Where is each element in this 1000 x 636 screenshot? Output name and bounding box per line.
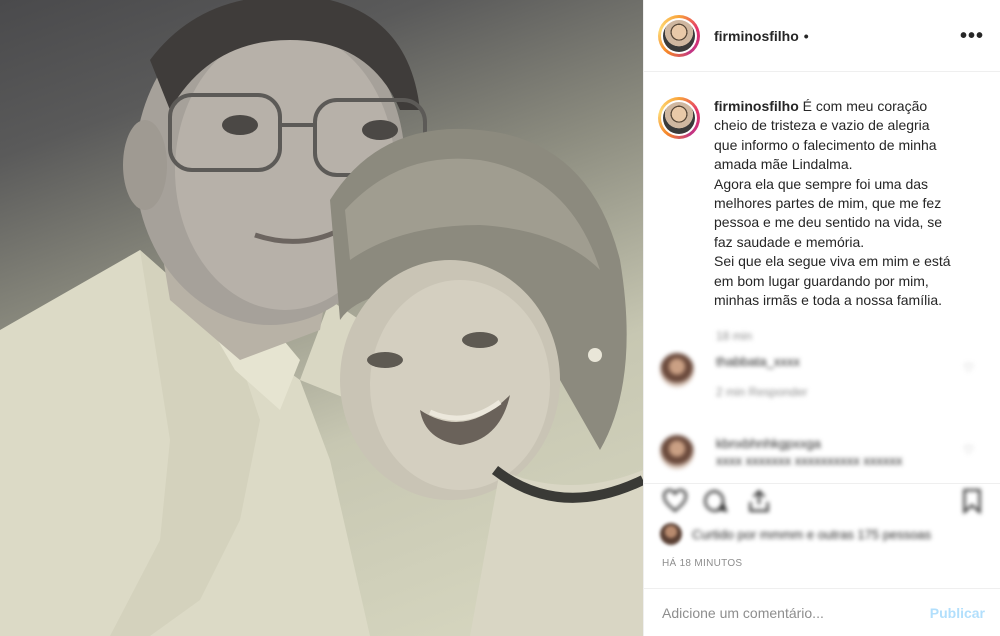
- comment-meta[interactable]: 2 min Responder: [716, 384, 807, 401]
- comment-input[interactable]: [662, 604, 930, 621]
- post-header: firminosfilho • •••: [644, 0, 1000, 72]
- caption-username[interactable]: firminosfilho: [714, 98, 799, 114]
- header-username[interactable]: firminosfilho: [714, 28, 799, 44]
- liker-avatar: [660, 523, 682, 545]
- header-avatar[interactable]: [658, 14, 700, 57]
- comment-icon[interactable]: [702, 488, 728, 519]
- comment-form: Publicar: [644, 588, 1000, 636]
- post-photo[interactable]: [0, 0, 643, 636]
- comment-avatar[interactable]: [660, 435, 694, 469]
- likes-summary[interactable]: Curtido por mmmm e outras 175 pessoas: [660, 523, 931, 545]
- post-timestamp[interactable]: HÁ 18 MINUTOS: [662, 558, 742, 569]
- comment-like-heart-icon[interactable]: ♡: [963, 443, 974, 457]
- comments-section: firminosfilho É com meu coração cheio de…: [644, 73, 1000, 483]
- post-side-panel: firminosfilho • ••• firminosfilho É com …: [643, 0, 1000, 636]
- publish-button[interactable]: Publicar: [930, 605, 985, 621]
- comment-username[interactable]: thabbata_xxxx: [716, 353, 807, 370]
- more-icon[interactable]: •••: [960, 26, 984, 46]
- bookmark-icon[interactable]: [959, 488, 985, 519]
- comment-username[interactable]: kbnxbhnhkgpxxga: [716, 435, 902, 452]
- photo-illustration: [0, 0, 643, 636]
- caption: firminosfilho É com meu coração cheio de…: [658, 97, 985, 310]
- share-icon[interactable]: [746, 488, 772, 519]
- comment-item: thabbata_xxxx 2 min Responder ♡: [660, 353, 990, 401]
- comment-like-heart-icon[interactable]: ♡: [963, 361, 974, 375]
- comment-avatar[interactable]: [660, 353, 694, 387]
- caption-text: firminosfilho É com meu coração cheio de…: [714, 98, 951, 309]
- caption-time: 18 min: [716, 329, 753, 343]
- action-bar: [644, 483, 1000, 523]
- comment-text: xxxx xxxxxxx xxxxxxxxxx xxxxxx: [716, 453, 903, 468]
- heart-icon[interactable]: [662, 488, 688, 519]
- header-separator: •: [803, 27, 809, 44]
- likes-text[interactable]: Curtido por mmmm e outras 175 pessoas: [692, 527, 931, 542]
- caption-avatar[interactable]: [658, 97, 700, 139]
- comment-item: kbnxbhnhkgpxxga xxxx xxxxxxx xxxxxxxxxx …: [660, 435, 990, 469]
